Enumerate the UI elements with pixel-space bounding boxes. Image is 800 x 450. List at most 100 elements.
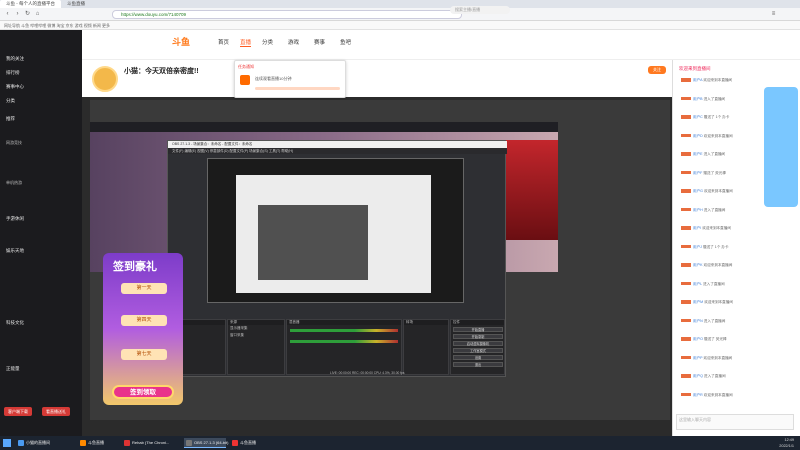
sidebar-item[interactable]: 我的关注 <box>6 56 24 62</box>
taskbar-app[interactable]: 斗鱼直播 <box>230 438 270 448</box>
chat-username[interactable]: 用户A <box>693 78 702 82</box>
chat-message: 用户E 进入了直播间 <box>681 152 751 157</box>
chat-username[interactable]: 用户O <box>693 337 703 341</box>
level-badge-icon <box>681 96 691 101</box>
start-icon[interactable] <box>3 439 11 447</box>
source-item[interactable]: 窗口采集 <box>228 332 284 339</box>
task-popup[interactable]: 任务通知 连续观看直播10分钟 <box>234 60 346 98</box>
transitions-dock[interactable]: 转场 <box>403 319 449 375</box>
chat-username[interactable]: 用户G <box>693 189 703 193</box>
client-download-button[interactable]: 客户端下载 <box>4 407 32 416</box>
nav-fishbar[interactable]: 鱼吧 <box>340 38 351 46</box>
chat-username[interactable]: 用户N <box>693 319 703 323</box>
forward-icon[interactable]: › <box>14 11 21 18</box>
clock-date: 2022/1/1 <box>779 444 794 448</box>
promo-day: 第七天 <box>121 349 167 360</box>
chat-message: 用户G 欢迎来到本直播间 <box>681 189 751 194</box>
level-badge-icon <box>681 152 691 156</box>
controls-dock[interactable]: 控件 开始直播 开始录制 启动虚拟摄像机 工作室模式 设置 退出 <box>450 319 505 375</box>
browser-tab-bar: 斗鱼 - 每个人的直播平台 斗鱼直播 <box>0 0 800 8</box>
sidebar-item[interactable]: 娱乐天地 <box>6 248 24 254</box>
chat-text: 欢迎来到本直播间 <box>704 300 733 304</box>
chat-username[interactable]: 用户R <box>693 393 703 397</box>
refresh-icon[interactable]: ↻ <box>24 11 31 18</box>
sidebar-item[interactable]: 排行榜 <box>6 70 20 76</box>
windows-taskbar: 小猫的直播间 斗鱼直播 Rehab (The Chroni... OBS 27.1.3… <box>0 436 800 450</box>
sidebar-item[interactable]: 推荐 <box>6 116 15 122</box>
chat-username[interactable]: 用户Q <box>693 374 703 378</box>
browser-tab[interactable]: 斗鱼直播 <box>61 0 91 8</box>
bookmarks-bar[interactable]: 网址导航 斗鱼 哔哩哔哩 微博 淘宝 京东 游戏 视频 新闻 更多 <box>0 21 800 30</box>
nav-events[interactable]: 赛事 <box>314 38 325 46</box>
chat-text: 赠送了 1个 办卡 <box>702 244 729 249</box>
gift-button[interactable]: 看直播送礼 <box>42 407 70 416</box>
nav-live[interactable]: 直播 <box>240 38 252 47</box>
chat-username[interactable]: 用户K <box>693 263 703 267</box>
chat-text: 赠送了 荧光棒 <box>703 337 727 341</box>
exit-button[interactable]: 退出 <box>453 362 503 367</box>
sidebar-item[interactable]: 科技文化 <box>6 320 24 326</box>
sidebar-item[interactable]: 赛事中心 <box>6 84 24 90</box>
nav-home[interactable]: 首页 <box>218 38 229 46</box>
chat-username[interactable]: 用户E <box>693 152 703 156</box>
url-input[interactable]: https://www.douyu.com/7140709 <box>112 10 462 19</box>
sidebar-item[interactable]: 手游休闲 <box>6 216 24 222</box>
level-badge-icon <box>681 226 691 230</box>
sources-dock[interactable]: 来源 显示器采集 窗口采集 <box>227 319 285 375</box>
nav-games[interactable]: 游戏 <box>288 38 299 46</box>
chat-username[interactable]: 用户J <box>693 245 702 249</box>
taskbar-app[interactable]: 斗鱼直播 <box>78 438 118 448</box>
back-icon[interactable]: ‹ <box>4 11 11 18</box>
follow-button[interactable]: 关注 <box>648 66 666 74</box>
chat-header: 欢迎来到直播间 <box>679 66 711 71</box>
level-badge-icon <box>681 263 691 267</box>
chat-text: 欢迎来到本直播间 <box>703 263 733 267</box>
site-logo[interactable]: 斗鱼 <box>172 35 190 48</box>
sidebar-item[interactable]: 分类 <box>6 98 15 104</box>
mixer-dock[interactable]: 混音器 <box>286 319 402 375</box>
source-item[interactable]: 显示器采集 <box>228 325 284 332</box>
level-badge-icon <box>681 374 691 378</box>
audio-meter <box>290 340 398 343</box>
sidebar-item[interactable]: 正能量 <box>6 366 20 372</box>
left-sidebar: 我的关注 排行榜 赛事中心 分类 推荐 网游竞技 单机热游 手游休闲 娱乐天地 … <box>0 30 82 436</box>
sidebar-item[interactable]: 网游竞技 <box>6 140 22 146</box>
chat-text: 进入了直播间 <box>703 96 726 101</box>
nav-category[interactable]: 分类 <box>262 38 273 46</box>
chat-username[interactable]: 用户B <box>693 97 703 101</box>
chat-username[interactable]: 用户H <box>693 208 703 212</box>
chat-username[interactable]: 用户L <box>693 282 702 286</box>
taskbar-app[interactable]: Rehab (The Chroni... <box>122 438 180 448</box>
start-streaming-button[interactable]: 开始直播 <box>453 327 503 332</box>
chat-message: 用户D 欢迎来到本直播间 <box>681 134 751 139</box>
chat-username[interactable]: 用户M <box>693 300 703 304</box>
chat-username[interactable]: 用户D <box>693 134 703 138</box>
taskbar-app[interactable]: 小猫的直播间 <box>16 438 72 448</box>
sidebar-item[interactable]: 单机热游 <box>6 180 22 186</box>
settings-button[interactable]: 设置 <box>453 355 503 360</box>
chat-username[interactable]: 用户F <box>693 171 702 175</box>
level-badge-icon <box>681 337 691 341</box>
chat-username[interactable]: 用户C <box>693 115 703 119</box>
taskbar-clock[interactable]: 12:49 2022/1/1 <box>779 437 794 449</box>
taskbar-app[interactable]: OBS 27.1.3 (64-bit) <box>184 438 228 448</box>
avatar[interactable] <box>92 66 118 92</box>
chat-username[interactable]: 用户P <box>693 356 703 360</box>
chat-username[interactable]: 用户I <box>693 226 701 230</box>
obs-menubar[interactable]: 文件(F) 编辑(E) 视图(V) 停靠部件(D) 配置文件(P) 场景集合(S… <box>168 148 507 154</box>
menu-icon[interactable]: ≡ <box>770 11 777 18</box>
site-search-input[interactable]: 搜索主播/直播 <box>450 6 510 14</box>
checkin-promo[interactable]: 签到豪礼 第一天 第四天 第七天 <box>103 253 183 405</box>
studio-mode-button[interactable]: 工作室模式 <box>453 348 503 353</box>
checkin-claim-button[interactable]: 签到领取 <box>112 385 174 399</box>
home-icon[interactable]: ⌂ <box>34 11 41 18</box>
browser-tab[interactable]: 斗鱼 - 每个人的直播平台 <box>0 0 61 8</box>
chat-input[interactable]: 这里输入聊天内容 <box>676 414 794 430</box>
virtual-camera-button[interactable]: 启动虚拟摄像机 <box>453 341 503 346</box>
level-badge-icon <box>681 392 691 397</box>
chat-message: 用户O 赠送了 荧光棒 <box>681 337 751 342</box>
dock-title: 混音器 <box>287 320 401 325</box>
side-ad-banner[interactable] <box>764 87 798 207</box>
level-badge-icon <box>681 281 691 286</box>
start-recording-button[interactable]: 开始录制 <box>453 334 503 339</box>
